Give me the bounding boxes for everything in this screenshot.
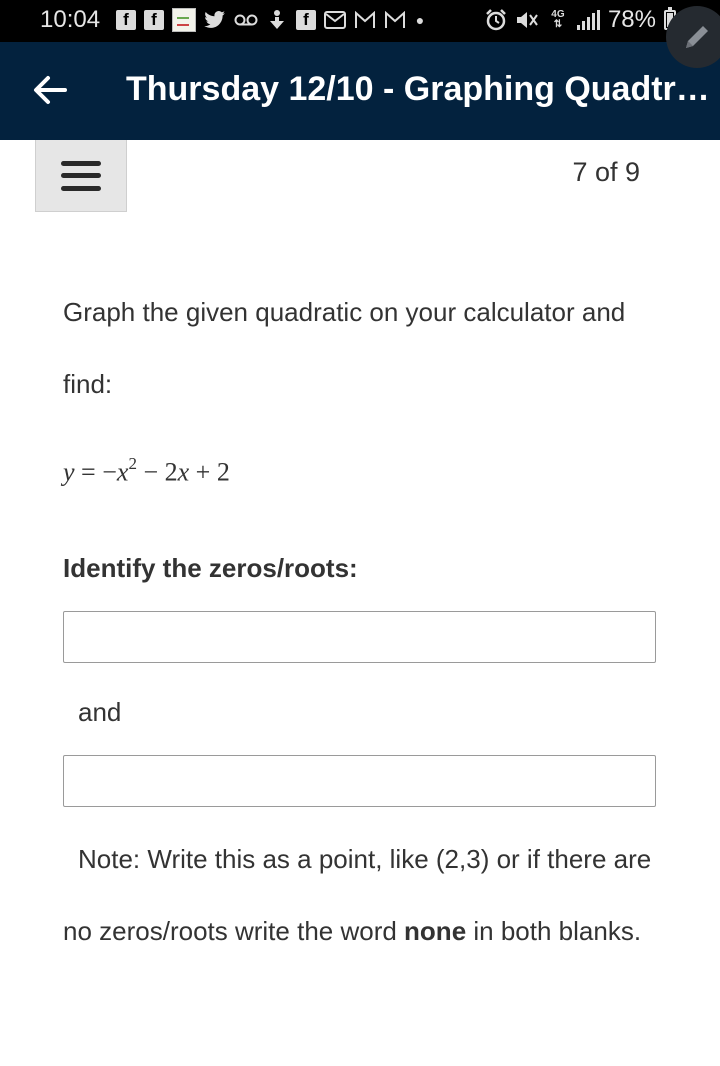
download-icon — [266, 8, 288, 32]
status-bar: 10:04 f f f ● 4G ⇅ 78% — [0, 0, 720, 42]
4g-icon: 4G ⇅ — [547, 8, 569, 32]
root-input-1[interactable] — [63, 611, 656, 663]
equation-var: x — [116, 457, 129, 487]
question-content: Graph the given quadratic on your calcul… — [63, 276, 663, 420]
facebook-icon: f — [296, 10, 316, 30]
equation-equals: = — [81, 457, 96, 487]
back-button[interactable] — [28, 68, 72, 112]
email-icon — [324, 8, 346, 32]
battery-percent: 78% — [607, 6, 656, 33]
question-label: Identify the zeros/roots: — [63, 553, 358, 583]
twitter-icon — [204, 8, 226, 32]
hamburger-icon — [61, 160, 101, 191]
edit-fab-button[interactable] — [666, 6, 720, 68]
page-title: Thursday 12/10 - Graphing Quadtra... — [126, 70, 710, 108]
root-input-2[interactable] — [63, 755, 656, 807]
facebook-icon: f — [144, 10, 164, 30]
facebook-icon: f — [116, 10, 136, 30]
dot-icon: ● — [415, 12, 425, 28]
alarm-icon — [485, 8, 507, 32]
equation-op2: − — [143, 457, 159, 487]
voicemail-icon — [234, 8, 258, 32]
equation-term2: 2x — [164, 457, 190, 487]
equation-op3: + — [195, 457, 211, 487]
connector-label: and — [78, 697, 122, 727]
note-suffix: in both blanks. — [473, 916, 642, 946]
map-thumbnail-icon — [172, 8, 196, 32]
note-bold: none — [404, 916, 467, 946]
page-counter: 7 of 9 — [572, 157, 640, 187]
status-time: 10:04 — [40, 6, 101, 33]
equation-lhs: y — [63, 457, 75, 487]
quadratic-equation: y = −x2 − 2x + 2 — [63, 454, 230, 488]
signal-icon — [576, 10, 600, 30]
gmail-icon — [354, 8, 376, 32]
gmail-icon — [384, 8, 406, 32]
equation-sign: − — [102, 457, 117, 487]
question-prompt: Graph the given quadratic on your calcul… — [63, 297, 626, 399]
app-bar: Thursday 12/10 - Graphing Quadtra... — [0, 42, 720, 140]
instruction-note: Note: Write this as a point, like (2,3) … — [63, 823, 663, 967]
equation-term3: 2 — [216, 457, 230, 487]
back-arrow-icon — [34, 76, 67, 104]
mute-icon — [515, 8, 539, 32]
system-icons: 4G ⇅ 78% — [485, 6, 676, 34]
pencil-icon — [686, 26, 708, 48]
data-arrows-icon: ⇅ — [553, 19, 563, 30]
equation-exponent: 2 — [128, 454, 137, 473]
menu-button[interactable] — [35, 140, 127, 212]
notification-icons: f f f ● — [116, 8, 426, 32]
